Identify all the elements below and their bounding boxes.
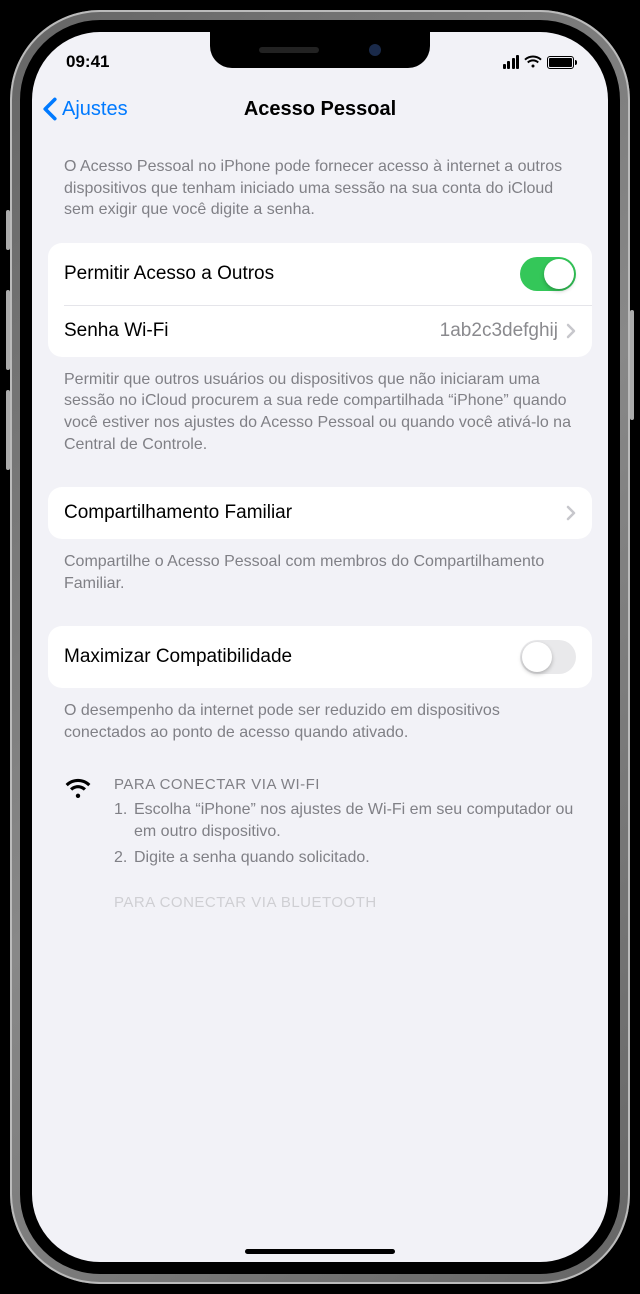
help-bluetooth-title: PARA CONECTAR VIA BLUETOOTH	[48, 874, 592, 911]
settings-group-family: Compartilhamento Familiar	[48, 487, 592, 539]
status-time: 09:41	[66, 52, 109, 72]
wifi-icon	[524, 55, 542, 69]
help-wifi-step1: Escolha “iPhone” nos ajustes de Wi-Fi em…	[114, 799, 576, 844]
wifi-icon	[64, 776, 96, 874]
help-wifi-section: PARA CONECTAR VIA WI-FI Escolha “iPhone”…	[48, 766, 592, 874]
maximize-compatibility-toggle[interactable]	[520, 640, 576, 674]
allow-others-footer: Permitir que outros usuários ou disposit…	[48, 357, 592, 477]
wifi-password-label: Senha Wi-Fi	[64, 320, 440, 342]
settings-group-compat: Maximizar Compatibilidade	[48, 626, 592, 688]
allow-others-label: Permitir Acesso a Outros	[64, 263, 520, 285]
home-indicator[interactable]	[245, 1249, 395, 1254]
allow-others-toggle[interactable]	[520, 257, 576, 291]
maximize-compatibility-label: Maximizar Compatibilidade	[64, 646, 520, 668]
family-sharing-label: Compartilhamento Familiar	[64, 502, 566, 524]
back-button[interactable]: Ajustes	[42, 97, 128, 121]
cellular-icon	[503, 55, 520, 69]
wifi-password-row[interactable]: Senha Wi-Fi 1ab2c3defghij	[48, 305, 592, 357]
maximize-compatibility-footer: O desempenho da internet pode ser reduzi…	[48, 688, 592, 765]
back-label: Ajustes	[62, 98, 128, 121]
family-sharing-footer: Compartilhe o Acesso Pessoal com membros…	[48, 539, 592, 616]
device-notch	[210, 32, 430, 68]
allow-others-row[interactable]: Permitir Acesso a Outros	[48, 243, 592, 305]
battery-icon	[547, 56, 574, 69]
help-wifi-title: PARA CONECTAR VIA WI-FI	[114, 776, 576, 793]
phone-frame: 09:41 Ajustes Acesso Pessoal O Acesso Pe…	[10, 10, 630, 1284]
settings-group-main: Permitir Acesso a Outros Senha Wi-Fi 1ab…	[48, 243, 592, 357]
intro-description: O Acesso Pessoal no iPhone pode fornecer…	[48, 136, 592, 233]
maximize-compatibility-row[interactable]: Maximizar Compatibilidade	[48, 626, 592, 688]
chevron-right-icon	[566, 323, 576, 339]
family-sharing-row[interactable]: Compartilhamento Familiar	[48, 487, 592, 539]
wifi-password-value: 1ab2c3defghij	[440, 320, 558, 342]
nav-bar: Ajustes Acesso Pessoal	[32, 82, 608, 136]
chevron-right-icon	[566, 505, 576, 521]
help-wifi-step2: Digite a senha quando solicitado.	[114, 847, 576, 869]
